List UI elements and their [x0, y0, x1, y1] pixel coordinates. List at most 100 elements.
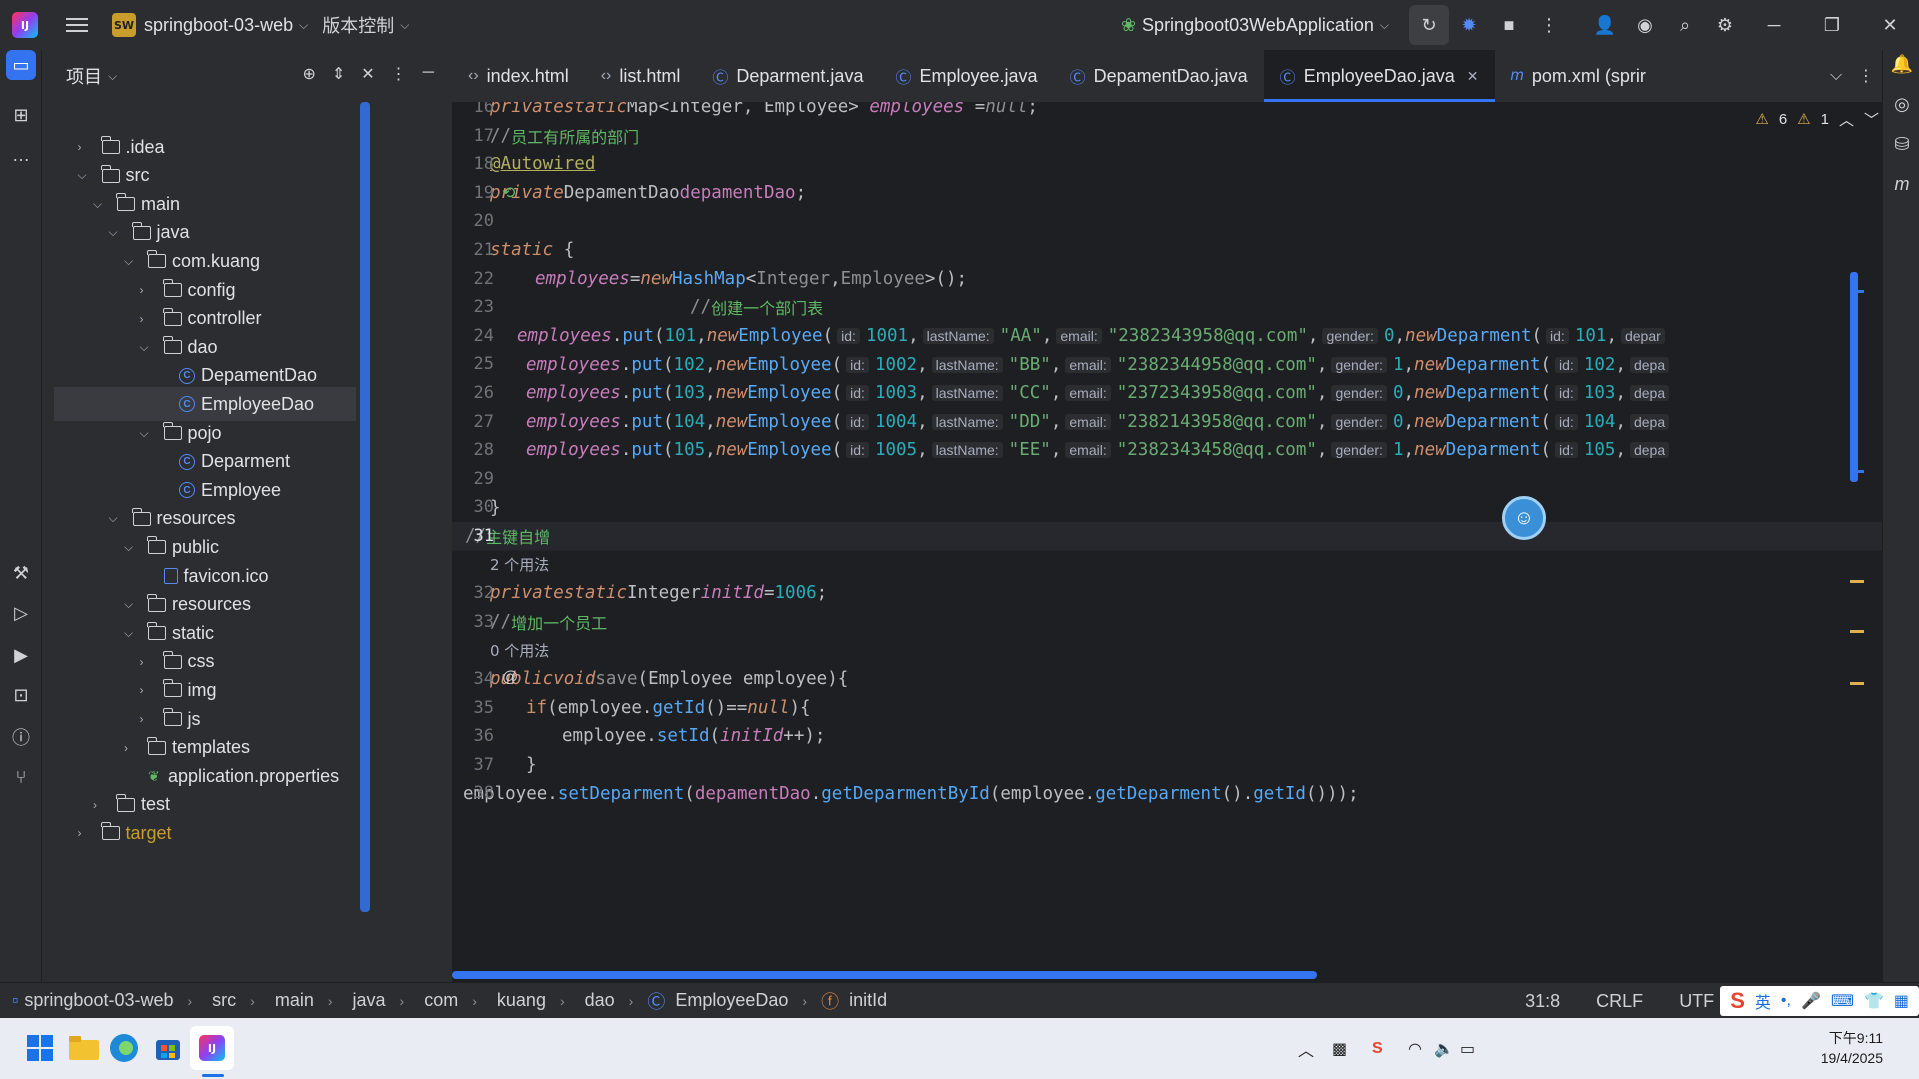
- breadcrumb-item[interactable]: initId: [849, 990, 887, 1011]
- punctuation-icon[interactable]: •,: [1781, 992, 1791, 1010]
- chevron-down-icon[interactable]: ⌵: [124, 626, 138, 641]
- editor-tab[interactable]: Ⓒ Deparment.java: [696, 50, 879, 102]
- code-line[interactable]: //创建一个部门表: [452, 293, 1882, 322]
- structure-tool-icon[interactable]: ⊞: [6, 100, 36, 130]
- warning-mark[interactable]: [1850, 580, 1864, 583]
- editor-horizontal-scrollbar[interactable]: [452, 971, 1317, 979]
- breadcrumb-item[interactable]: kuang: [497, 990, 546, 1011]
- chevron-down-icon[interactable]: ⌵: [109, 225, 123, 240]
- line-number[interactable]: 25: [452, 354, 494, 374]
- editor-vertical-scrollbar[interactable]: [1850, 272, 1858, 482]
- code-line[interactable]: employees = new HashMap < Integer, Employee >(…: [452, 265, 1882, 294]
- project-panel-title[interactable]: 项目: [66, 63, 102, 89]
- rerun-icon[interactable]: ↻: [1409, 5, 1449, 45]
- breadcrumb-item[interactable]: dao: [585, 990, 615, 1011]
- code-line[interactable]: employee. setId(initId ++);: [452, 722, 1882, 751]
- debug-icon[interactable]: ✹: [1449, 5, 1489, 45]
- tray-app-icon[interactable]: ▩: [1332, 1018, 1347, 1079]
- line-number[interactable]: 19: [452, 183, 494, 203]
- battery-icon[interactable]: ▭: [1460, 1018, 1475, 1079]
- tree-item[interactable]: › target: [54, 816, 354, 850]
- caret-position[interactable]: 31:8: [1525, 991, 1560, 1012]
- main-menu-icon[interactable]: [66, 14, 88, 36]
- minimize-window-icon[interactable]: ─: [1745, 0, 1803, 50]
- chevron-down-icon[interactable]: ⌵: [93, 197, 107, 212]
- line-ending[interactable]: CRLF: [1596, 991, 1643, 1012]
- code-line[interactable]: private static Map < Integer, Employee > em…: [452, 102, 1882, 122]
- line-number[interactable]: 20: [452, 211, 494, 231]
- line-number[interactable]: 34: [452, 669, 494, 689]
- editor-tab[interactable]: m pom.xml (sprir: [1495, 50, 1662, 102]
- chevron-right-icon[interactable]: ›: [140, 712, 154, 726]
- line-number[interactable]: 28: [452, 440, 494, 460]
- breadcrumb-item[interactable]: main: [275, 990, 314, 1011]
- tree-scrollbar[interactable]: [360, 102, 370, 912]
- search-icon[interactable]: ⌕: [1665, 5, 1705, 45]
- ai-chat-bubble-icon[interactable]: ☺: [1502, 496, 1546, 540]
- prev-problem-icon[interactable]: ︿: [1839, 109, 1854, 130]
- database-icon[interactable]: ⛁: [1888, 130, 1916, 158]
- code-line[interactable]: //增加一个员工: [452, 608, 1882, 637]
- terminal-tool-icon[interactable]: ⊡: [6, 680, 36, 710]
- editor-tab[interactable]: ‹› index.html: [452, 50, 585, 102]
- project-tool-icon[interactable]: ▭: [6, 50, 36, 80]
- warning-mark[interactable]: [1850, 630, 1864, 633]
- microsoft-store-icon[interactable]: [146, 1026, 190, 1070]
- services-tool-icon[interactable]: ▷: [6, 598, 36, 628]
- chevron-down-icon[interactable]: ⌵: [124, 540, 138, 555]
- run-config-selector[interactable]: ❀ Springboot03WebApplication ⌵: [1121, 15, 1389, 36]
- chevron-down-icon[interactable]: ⌵: [109, 511, 123, 526]
- line-number[interactable]: 33: [452, 612, 494, 632]
- next-problem-icon[interactable]: ﹀: [1864, 109, 1879, 130]
- breadcrumb-item[interactable]: java: [353, 990, 386, 1011]
- toolbox-icon[interactable]: ▦: [1894, 991, 1909, 1011]
- bean-navigation-icon[interactable]: ⟲: [502, 183, 515, 203]
- code-line[interactable]: }: [452, 493, 1882, 522]
- code-editor[interactable]: private static Map < Integer, Employee > em…: [452, 102, 1882, 982]
- more-tools-icon[interactable]: …: [6, 140, 36, 170]
- tab-list-chevron-icon[interactable]: ⌵: [1830, 67, 1842, 85]
- file-encoding[interactable]: UTF: [1679, 991, 1714, 1012]
- intellij-taskbar-icon[interactable]: IJ: [190, 1026, 234, 1070]
- chevron-down-icon[interactable]: ⌵: [108, 69, 117, 84]
- breadcrumb-item[interactable]: springboot-03-web: [24, 990, 173, 1011]
- vcs-menu[interactable]: 版本控制: [322, 12, 394, 38]
- maven-icon[interactable]: m: [1888, 170, 1916, 198]
- code-line[interactable]: [452, 465, 1882, 494]
- line-number[interactable]: 21: [452, 240, 494, 260]
- ai-assistant-icon[interactable]: ◎: [1888, 90, 1916, 118]
- chevron-right-icon[interactable]: ›: [78, 140, 92, 154]
- locate-file-icon[interactable]: ⊕: [302, 64, 315, 84]
- editor-tab[interactable]: Ⓒ Employee.java: [879, 50, 1053, 102]
- line-number[interactable]: 35: [452, 698, 494, 718]
- chevron-right-icon[interactable]: ›: [140, 683, 154, 697]
- line-number[interactable]: 29: [452, 469, 494, 489]
- line-number[interactable]: 30: [452, 497, 494, 517]
- code-line[interactable]: employees. put(103, new Employee(id: 1003, l…: [452, 379, 1882, 408]
- chevron-right-icon[interactable]: ›: [93, 798, 107, 812]
- keyboard-icon[interactable]: ⌨: [1831, 991, 1854, 1011]
- breadcrumb-item[interactable]: com: [424, 990, 458, 1011]
- code-line[interactable]: [452, 207, 1882, 236]
- code-line[interactable]: static {: [452, 236, 1882, 265]
- line-number[interactable]: 37: [452, 755, 494, 775]
- close-window-icon[interactable]: ✕: [1861, 0, 1919, 50]
- code-line[interactable]: employees. put(105, new Employee(id: 1005, l…: [452, 436, 1882, 465]
- project-name[interactable]: springboot-03-web: [144, 15, 293, 36]
- line-number[interactable]: 17: [452, 126, 494, 146]
- line-number[interactable]: 24: [452, 326, 494, 346]
- line-number[interactable]: 16: [452, 102, 494, 117]
- chevron-right-icon[interactable]: ›: [78, 826, 92, 840]
- wifi-icon[interactable]: ◠: [1408, 1018, 1422, 1079]
- windows-start-icon[interactable]: [18, 1026, 62, 1070]
- problems-tool-icon[interactable]: ⓘ: [6, 722, 36, 752]
- code-line[interactable]: employees. put(102, new Employee(id: 1002, l…: [452, 350, 1882, 379]
- expand-all-icon[interactable]: ⇕: [332, 64, 345, 84]
- system-clock[interactable]: 下午9:11 19/4/2025: [1821, 1028, 1883, 1068]
- line-number[interactable]: 38: [452, 783, 494, 803]
- code-line[interactable]: employees. put(101, new Employee(id: 1001, l…: [452, 322, 1882, 351]
- chevron-down-icon[interactable]: ⌵: [78, 168, 92, 183]
- intellij-logo-icon[interactable]: IJ: [12, 12, 38, 38]
- project-badge[interactable]: SW: [112, 13, 136, 37]
- line-number[interactable]: 32: [452, 583, 494, 603]
